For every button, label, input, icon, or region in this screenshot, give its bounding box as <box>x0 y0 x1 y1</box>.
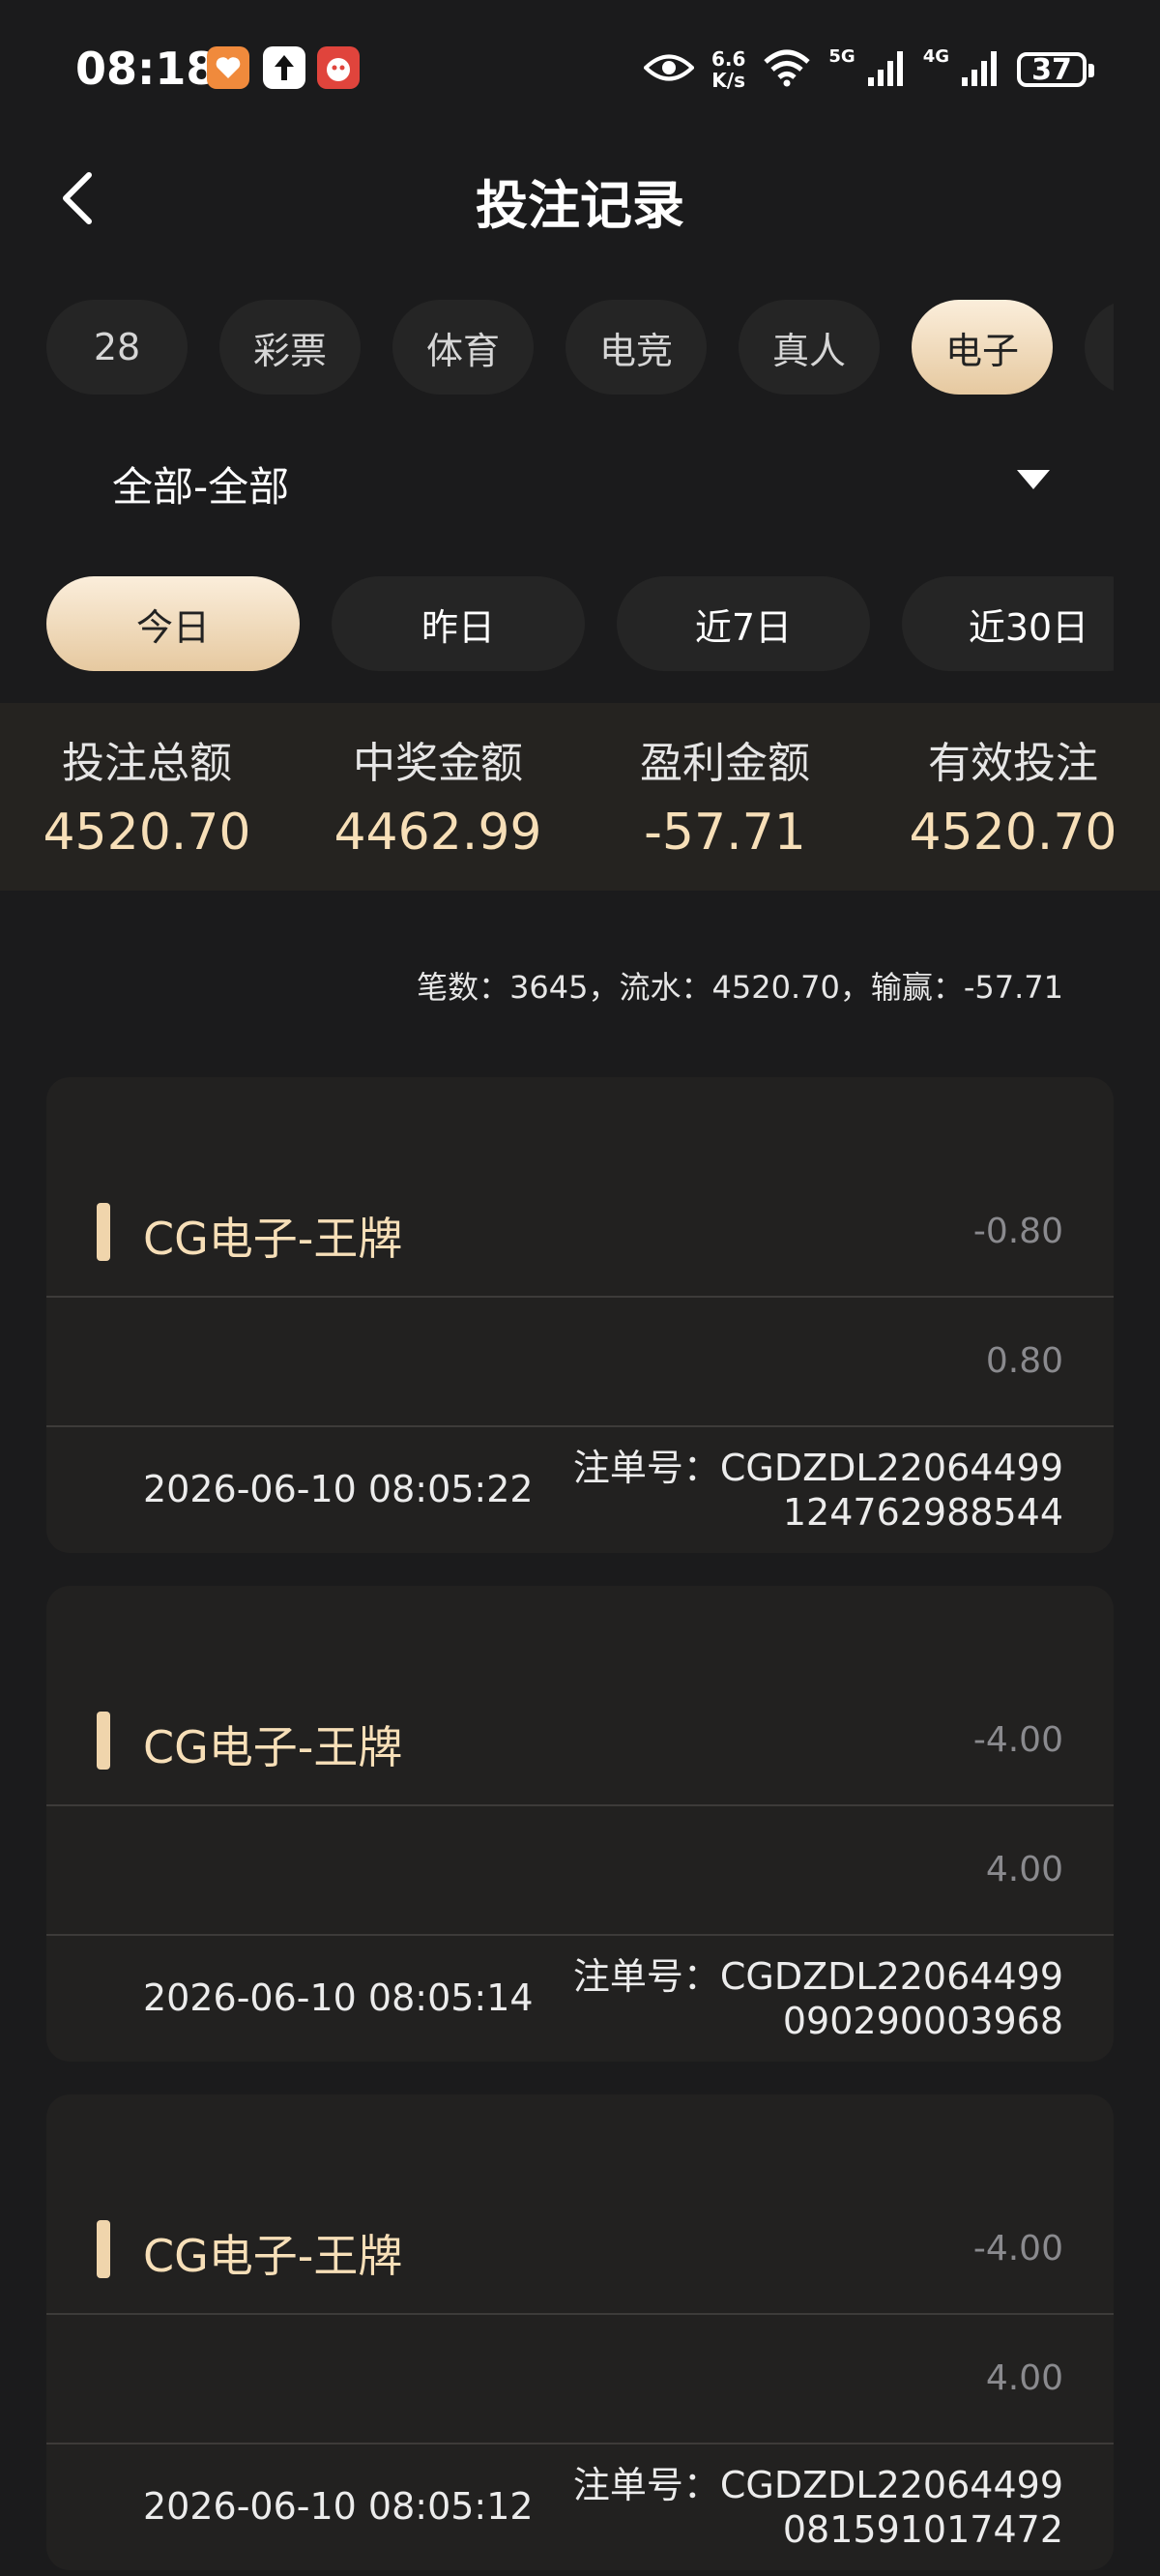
status-time: 08:18 <box>75 43 218 95</box>
record-order-number: 注单号：CGDZDL22064499 090290003968 <box>573 1954 1063 2043</box>
record-game-title: CG电子-王牌 <box>143 2230 403 2282</box>
page-title: 投注记录 <box>476 175 684 236</box>
summary-total-bet: 投注总额 4520.70 <box>2 728 292 862</box>
tab-live[interactable]: 真人 <box>739 300 880 395</box>
tab-esports[interactable]: 电竞 <box>566 300 707 395</box>
record-game-title: CG电子-王牌 <box>143 1721 403 1773</box>
record-profit: -4.00 <box>972 1720 1063 1760</box>
record-order-number: 注单号：CGDZDL22064499 124762988544 <box>573 1446 1063 1535</box>
record-order-number: 注单号：CGDZDL22064499 081591017472 <box>573 2463 1063 2552</box>
battery-icon: 37 <box>1017 52 1094 87</box>
status-indicators: 6.6 K/s 5G 4G 37 <box>643 43 1094 97</box>
divider <box>46 1934 1114 1936</box>
network-speed: 6.6 K/s <box>710 47 746 92</box>
stats-summary-line: 笔数：3645，流水：4520.70，输赢：-57.71 <box>417 969 1063 1006</box>
record-time: 2026-06-10 08:05:22 <box>143 1468 534 1510</box>
tab-sports[interactable]: 体育 <box>392 300 534 395</box>
signal-icon <box>961 48 1000 91</box>
summary-winnings: 中奖金额 4462.99 <box>293 728 583 862</box>
tab-today[interactable]: 今日 <box>46 576 300 671</box>
summary-profit: 盈利金额 -57.71 <box>580 728 870 862</box>
date-range-tabs: 今日 昨日 近7日 近30日 <box>46 576 1114 673</box>
tab-yesterday[interactable]: 昨日 <box>332 576 585 671</box>
tab-last-30-days[interactable]: 近30日 <box>902 576 1114 671</box>
record-time: 2026-06-10 08:05:12 <box>143 2485 534 2528</box>
order-number-line: 注单号：CGDZDL22064499 <box>572 1955 1063 1998</box>
summary-label: 有效投注 <box>928 739 1098 788</box>
divider <box>46 1804 1114 1806</box>
battery-level: 37 <box>1031 52 1072 87</box>
summary-value: -57.71 <box>644 804 806 862</box>
eye-icon <box>643 51 695 88</box>
record-bet-amount: 4.00 <box>985 2358 1063 2398</box>
tab-more[interactable] <box>1085 300 1114 395</box>
record-accent-bar <box>97 1712 110 1770</box>
summary-value: 4520.70 <box>43 804 251 862</box>
game-app-icon <box>317 46 360 89</box>
record-profit: -4.00 <box>972 2229 1063 2269</box>
order-number-line: 124762988544 <box>782 1491 1063 1534</box>
divider <box>46 1425 1114 1427</box>
category-tabs: 28 彩票 体育 电竞 真人 电子 <box>46 300 1114 396</box>
record-accent-bar <box>97 2220 110 2278</box>
divider <box>46 2313 1114 2315</box>
tab-electronic[interactable]: 电子 <box>912 300 1053 395</box>
record-accent-bar <box>97 1203 110 1261</box>
summary-panel: 投注总额 4520.70 中奖金额 4462.99 盈利金额 -57.71 有效… <box>0 703 1160 891</box>
record-bet-amount: 4.00 <box>985 1850 1063 1889</box>
divider <box>46 1296 1114 1298</box>
record-bet-amount: 0.80 <box>985 1341 1063 1381</box>
summary-label: 投注总额 <box>62 739 232 788</box>
order-number-line: 注单号：CGDZDL22064499 <box>572 1447 1063 1489</box>
tab-28[interactable]: 28 <box>46 300 188 395</box>
record-game-title: CG电子-王牌 <box>143 1213 403 1265</box>
dropdown-caret-icon <box>1017 470 1050 489</box>
summary-value: 4462.99 <box>334 804 542 862</box>
order-number-line: 090290003968 <box>782 2000 1063 2042</box>
wifi-icon <box>763 48 811 91</box>
order-number-line: 注单号：CGDZDL22064499 <box>572 2464 1063 2506</box>
summary-label: 中奖金额 <box>353 739 523 788</box>
record-profit: -0.80 <box>972 1212 1063 1251</box>
tab-lottery[interactable]: 彩票 <box>219 300 361 395</box>
divider <box>46 2443 1114 2444</box>
network-type-5g: 5G <box>828 45 856 67</box>
upload-icon <box>263 46 305 89</box>
summary-valid-bet: 有效投注 4520.70 <box>868 728 1158 862</box>
record-time: 2026-06-10 08:05:14 <box>143 1976 534 2019</box>
summary-label: 盈利金额 <box>640 739 810 788</box>
order-number-line: 081591017472 <box>782 2508 1063 2551</box>
summary-value: 4520.70 <box>909 804 1117 862</box>
tab-last-7-days[interactable]: 近7日 <box>617 576 870 671</box>
network-type-4g: 4G <box>922 45 949 67</box>
filter-dropdown-label: 全部-全部 <box>112 463 290 511</box>
heart-app-icon <box>207 46 249 89</box>
signal-icon <box>867 48 906 91</box>
